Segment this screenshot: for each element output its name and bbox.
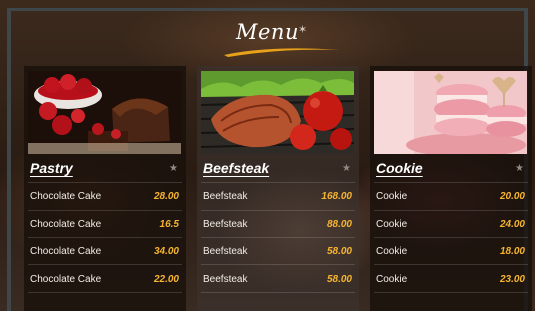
row-divider: [201, 264, 355, 265]
menu-item-price: 16.5: [159, 219, 179, 230]
menu-item-name: Beefsteak: [203, 191, 248, 202]
menu-item-price: 28.00: [153, 191, 179, 202]
menu-item-price: 18.00: [499, 246, 525, 257]
row-divider: [28, 264, 182, 265]
menu-item-price: 23.00: [499, 274, 525, 285]
menu-panel-beefsteak: Beefsteak ★ Beefsteak 168.00 Beefsteak 8…: [197, 66, 359, 311]
menu-title: Menu: [236, 20, 299, 44]
menu-item-name: Beefsteak: [203, 219, 248, 230]
menu-panel-cookie: Cookie ★ Cookie 20.00 Cookie 24.00 Cooki…: [370, 66, 532, 311]
row-divider: [28, 292, 182, 293]
menu-item-price: 168.00: [321, 191, 352, 202]
category-star-icon: ★: [515, 163, 524, 174]
menu-item-name: Chocolate Cake: [30, 191, 102, 202]
menu-header: Menu: [0, 20, 535, 44]
row-divider: [201, 182, 355, 183]
menu-item-name: Beefsteak: [203, 274, 248, 285]
menu-item-price: 58.00: [326, 246, 352, 257]
menu-item-price: 88.00: [326, 219, 352, 230]
category-title: Pastry: [30, 160, 73, 176]
menu-item-name: Chocolate Cake: [30, 219, 102, 230]
menu-item-name: Chocolate Cake: [30, 246, 102, 257]
category-star-icon: ★: [342, 163, 351, 174]
row-divider: [201, 292, 355, 293]
row-divider: [201, 237, 355, 238]
menu-item-name: Cookie: [376, 274, 408, 285]
row-divider: [374, 210, 528, 211]
row-divider: [374, 182, 528, 183]
menu-item-price: 34.00: [153, 246, 179, 257]
menu-item-name: Cookie: [376, 219, 408, 230]
pastry-photo: [28, 71, 181, 154]
menu-item-price: 24.00: [499, 219, 525, 230]
row-divider: [374, 292, 528, 293]
row-divider: [374, 237, 528, 238]
menu-panel-pastry: Pastry ★ Chocolate Cake 28.00 Chocolate …: [24, 66, 186, 311]
menu-item-price: 22.00: [153, 274, 179, 285]
cookie-photo: [374, 71, 527, 154]
category-title: Beefsteak: [203, 160, 270, 176]
menu-item-name: Cookie: [376, 191, 408, 202]
menu-item-name: Cookie: [376, 246, 408, 257]
menu-item-price: 20.00: [499, 191, 525, 202]
beefsteak-photo: [201, 71, 354, 154]
menu-item-name: Chocolate Cake: [30, 274, 102, 285]
category-star-icon: ★: [169, 163, 178, 174]
row-divider: [28, 182, 182, 183]
title-star-icon: ✶: [298, 24, 308, 36]
row-divider: [28, 210, 182, 211]
row-divider: [201, 210, 355, 211]
category-title: Cookie: [376, 160, 423, 176]
row-divider: [28, 237, 182, 238]
title-swoosh: [224, 48, 340, 57]
menu-item-price: 58.00: [326, 274, 352, 285]
row-divider: [374, 264, 528, 265]
menu-item-name: Beefsteak: [203, 246, 248, 257]
